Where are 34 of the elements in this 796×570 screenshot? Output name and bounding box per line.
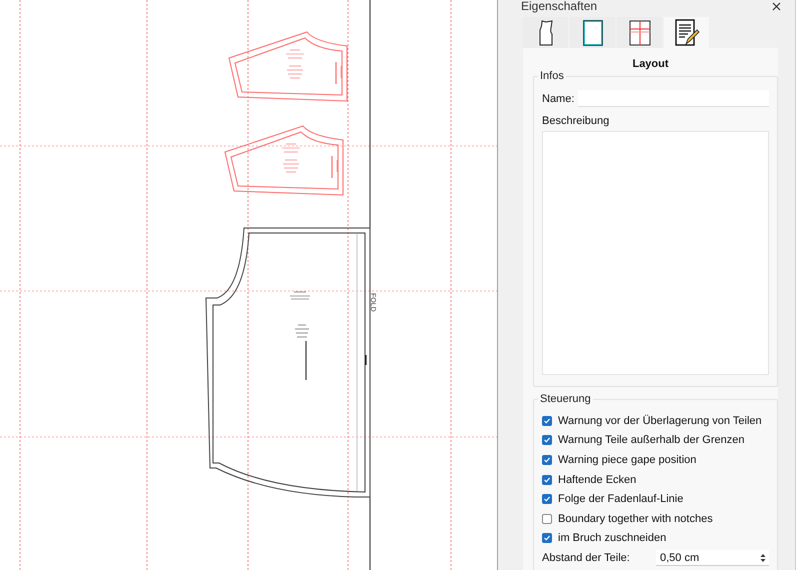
checkbox-label: Boundary together with notches: [558, 512, 713, 525]
page-icon: [582, 20, 602, 46]
checkbox[interactable]: [542, 514, 552, 524]
checkbox-label: Warnung vor der Überlagerung von Teilen: [558, 414, 762, 427]
spin-arrows-icon[interactable]: [760, 552, 766, 563]
tile-grid-icon: [628, 20, 650, 46]
checkbox[interactable]: [542, 416, 552, 426]
panel-title: Eigenschaften: [521, 0, 598, 12]
group-title: Steuerung: [538, 393, 593, 405]
spacing-spin-field[interactable]: 0,50 cm: [656, 550, 769, 566]
checkbox[interactable]: [542, 435, 552, 446]
name-label: Name:: [542, 92, 574, 104]
checkbox-label: Folge der Fadenlauf-Linie: [558, 493, 684, 506]
document-pencil-icon: [674, 18, 700, 46]
group-title: Infos: [538, 70, 566, 82]
checkbox[interactable]: [542, 454, 552, 465]
tab[interactable]: [664, 17, 709, 48]
checkbox-label: im Bruch zuschneiden: [558, 532, 666, 544]
checkbox[interactable]: [542, 474, 552, 485]
bodice-icon: [538, 20, 552, 46]
tab[interactable]: [570, 17, 615, 48]
close-icon[interactable]: [772, 2, 781, 10]
checkbox[interactable]: [542, 533, 552, 544]
tab[interactable]: [617, 17, 662, 48]
description-field[interactable]: [542, 131, 769, 375]
checkbox-label: Warnung Teile außerhalb der Grenzen: [558, 434, 744, 446]
spacing-label: Abstand der Teile:: [542, 552, 630, 564]
section-heading: Layout: [631, 58, 670, 70]
checkbox-label: Haftende Ecken: [558, 474, 636, 486]
tab[interactable]: [523, 17, 568, 48]
name-field[interactable]: [578, 90, 769, 107]
checkbox[interactable]: [542, 494, 552, 504]
checkbox-label: Warning piece gape position: [558, 454, 696, 466]
description-label: Beschreibung: [542, 115, 610, 127]
